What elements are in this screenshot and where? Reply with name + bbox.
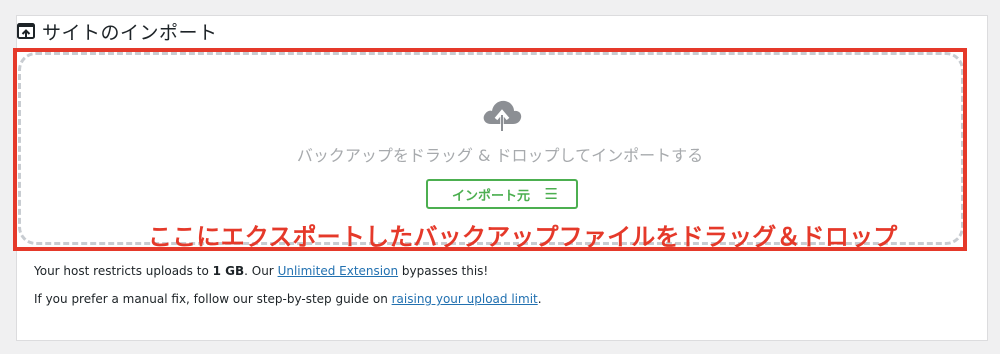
raise-upload-limit-link[interactable]: raising your upload limit xyxy=(392,292,538,306)
drop-instruction-text: バックアップをドラッグ & ドロップしてインポートする xyxy=(296,146,704,165)
import-from-button[interactable]: インポート元 ☰ xyxy=(426,179,578,209)
import-from-label: インポート元 xyxy=(452,188,531,204)
cloud-upload-icon xyxy=(480,96,524,132)
unlimited-extension-link[interactable]: Unlimited Extension xyxy=(278,264,399,278)
page-header: サイトのインポート xyxy=(16,18,218,45)
page-title: サイトのインポート xyxy=(42,22,218,44)
import-upload-icon xyxy=(16,22,36,42)
manual-fix-note: If you prefer a manual fix, follow our s… xyxy=(34,292,542,306)
annotation-text: ここにエクスポートしたバックアップファイルをドラッグ＆ドロップ xyxy=(148,223,898,251)
menu-icon: ☰ xyxy=(544,185,558,203)
upload-limit-note: Your host restricts uploads to 1 GB. Our… xyxy=(34,264,489,278)
upload-limit-value: 1 GB xyxy=(212,264,245,278)
